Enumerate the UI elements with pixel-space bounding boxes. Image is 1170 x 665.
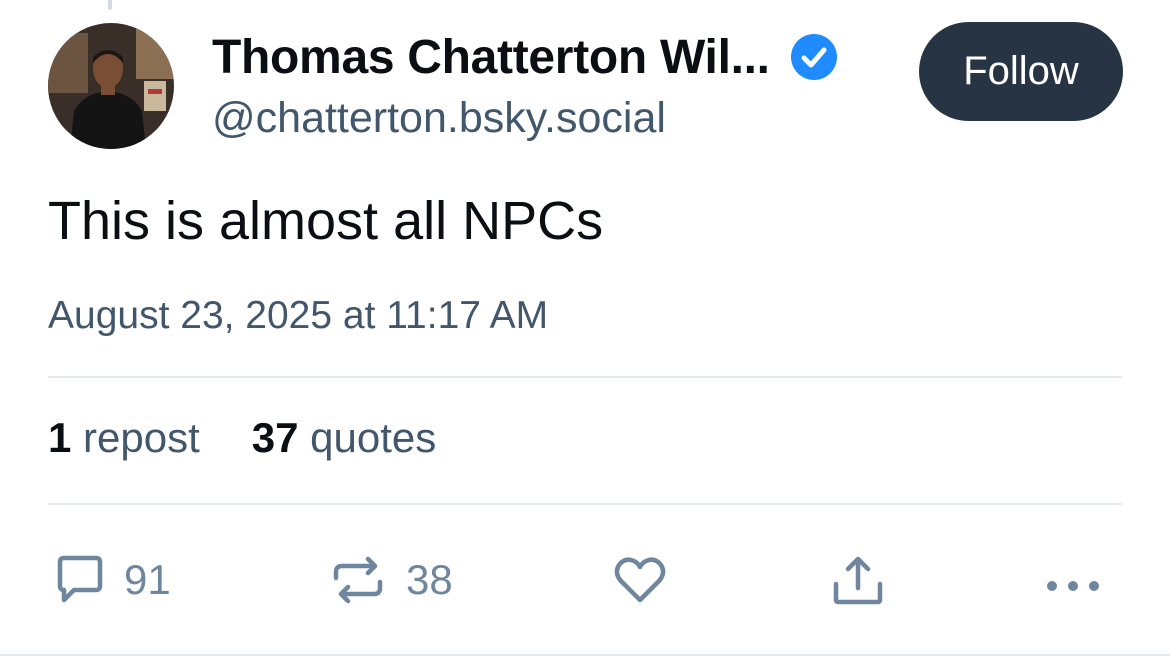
post-author: Thomas Chatterton Wil... @chatterton.bsk… (212, 28, 892, 143)
repost-button[interactable]: 38 (328, 540, 453, 620)
share-button[interactable] (828, 540, 888, 620)
avatar-photo (48, 23, 174, 149)
avatar[interactable] (48, 23, 174, 149)
quotes-label: quotes (310, 414, 437, 461)
reply-count: 91 (124, 556, 171, 603)
engagement-stats: 1 repost 37 quotes (48, 414, 488, 462)
post-text: This is almost all NPCs (48, 191, 604, 251)
author-name-row: Thomas Chatterton Wil... (212, 28, 892, 86)
repost-count: 38 (406, 556, 453, 603)
repost-icon (328, 550, 388, 610)
reposts-count: 1 (48, 414, 72, 461)
more-options-button[interactable] (1040, 540, 1106, 620)
divider (48, 503, 1122, 505)
reposts-stat[interactable]: 1 repost (48, 414, 200, 462)
like-button[interactable] (610, 540, 670, 620)
author-display-name[interactable]: Thomas Chatterton Wil... (212, 30, 770, 85)
post-action-bar: 91 38 (0, 540, 1170, 620)
divider (48, 376, 1122, 378)
author-handle[interactable]: @chatterton.bsky.social (212, 94, 892, 143)
heart-icon (610, 550, 670, 610)
reply-icon (50, 550, 110, 610)
share-icon (828, 550, 888, 610)
reposts-label: repost (83, 414, 200, 461)
divider (0, 654, 1170, 656)
reply-button[interactable]: 91 (50, 540, 171, 620)
quotes-stat[interactable]: 37 quotes (252, 414, 437, 462)
post-timestamp: August 23, 2025 at 11:17 AM (48, 294, 549, 337)
more-icon (1040, 550, 1106, 610)
verified-badge-icon[interactable] (790, 33, 838, 81)
quotes-count: 37 (251, 414, 299, 461)
follow-button[interactable]: Follow (919, 22, 1123, 121)
thread-connector-line (108, 0, 112, 10)
